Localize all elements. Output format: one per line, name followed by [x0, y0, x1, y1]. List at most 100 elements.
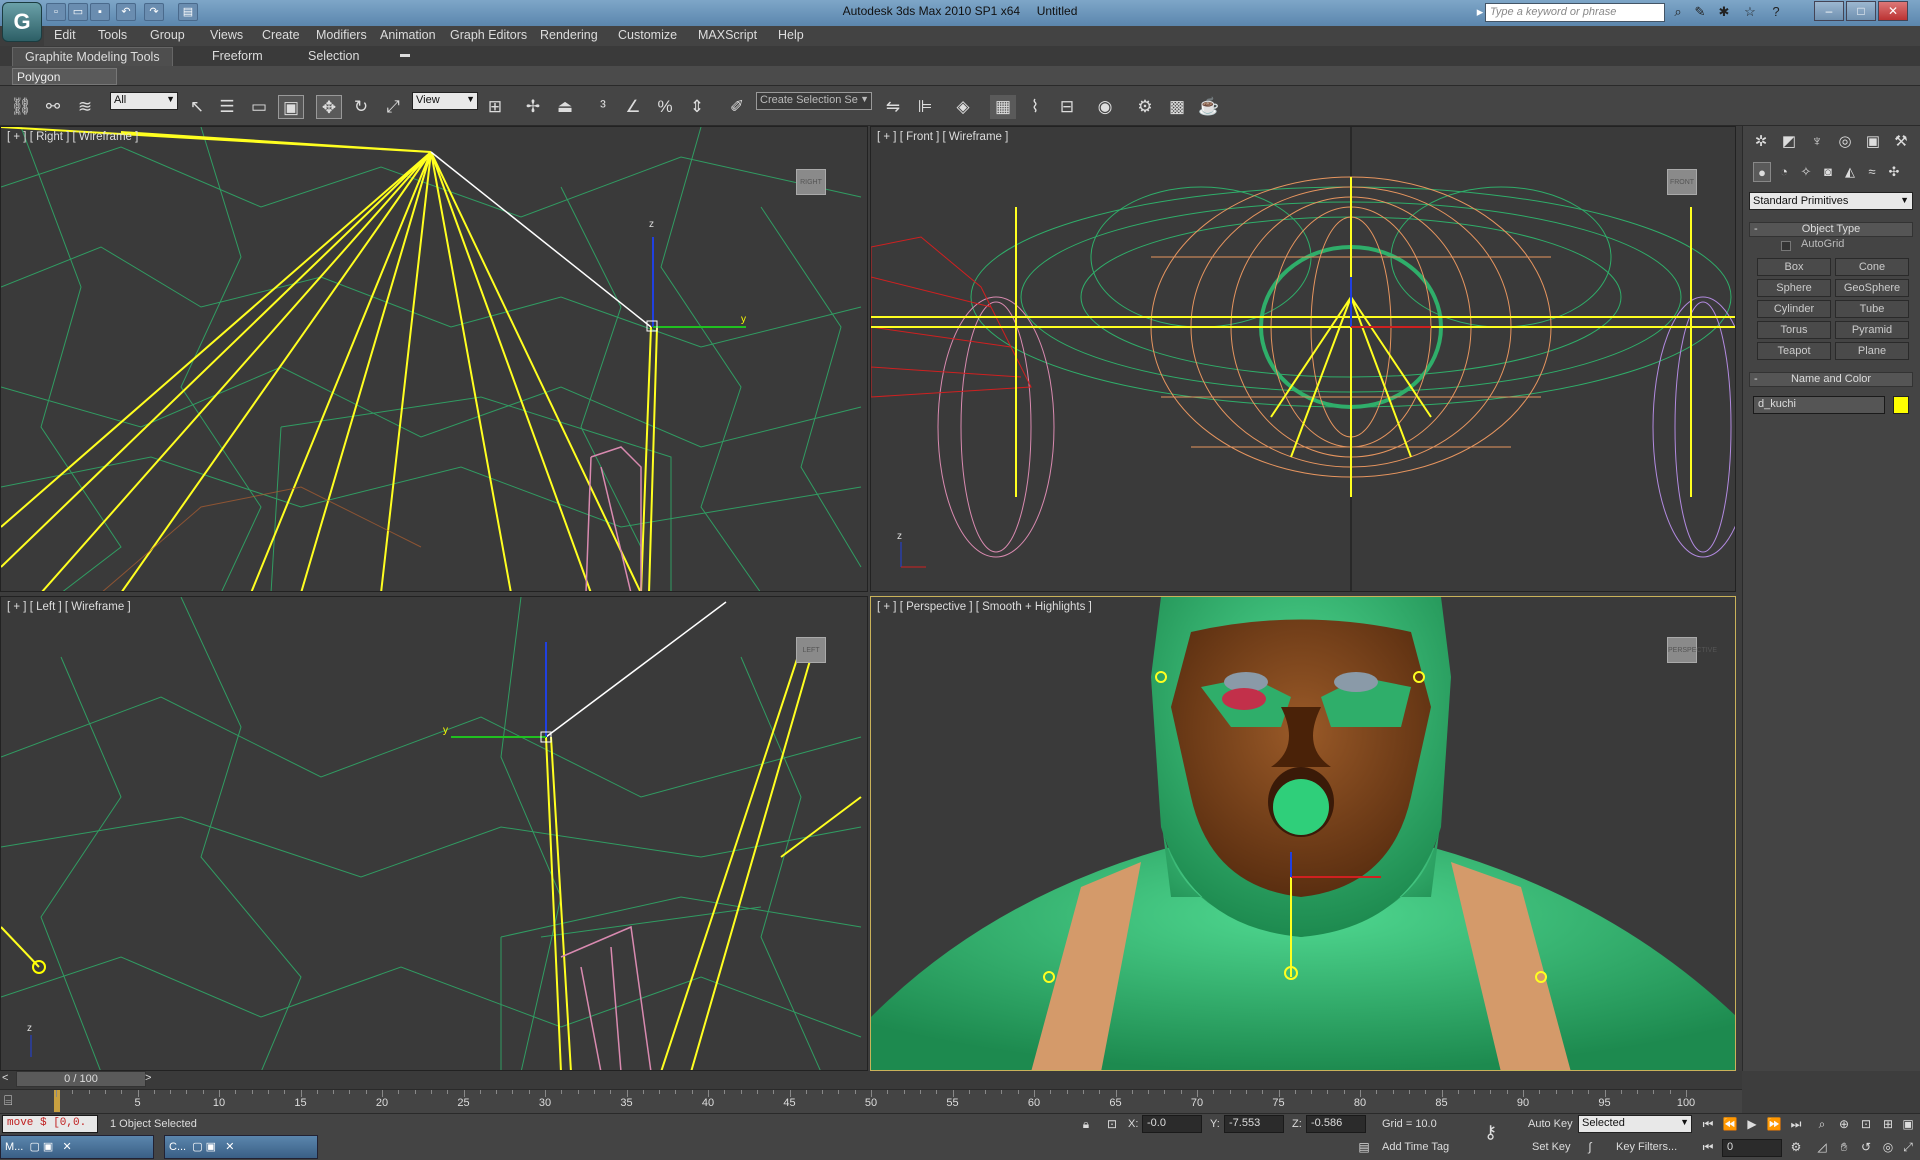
- viewport-label-perspective[interactable]: [ + ] [ Perspective ] [ Smooth + Highlig…: [877, 601, 1092, 613]
- go-to-start-icon[interactable]: ⏮: [1698, 1115, 1718, 1133]
- menu-edit[interactable]: Edit: [54, 28, 76, 42]
- subscription-icon[interactable]: ✱: [1714, 3, 1734, 21]
- selection-filter-dropdown[interactable]: All ▼: [110, 92, 178, 110]
- selection-lock-icon[interactable]: 🔒︎: [1076, 1115, 1096, 1133]
- ribbon-toggle-icon[interactable]: ▬: [400, 49, 410, 60]
- set-key-button[interactable]: Set Key: [1532, 1141, 1571, 1153]
- menu-maxscript[interactable]: MAXScript: [698, 28, 757, 42]
- tangent-icon[interactable]: ∫: [1580, 1138, 1600, 1156]
- current-frame-field[interactable]: 0: [1722, 1139, 1782, 1157]
- walkthrough-icon[interactable]: ◎: [1878, 1138, 1898, 1156]
- geosphere-button[interactable]: GeoSphere: [1835, 279, 1909, 297]
- key-mode-dropdown[interactable]: Selected ▼: [1578, 1115, 1692, 1133]
- keyboard-shortcut-icon[interactable]: ⏏: [552, 95, 578, 119]
- menu-tools[interactable]: Tools: [98, 28, 127, 42]
- select-by-name-icon[interactable]: ☰: [214, 95, 240, 119]
- z-coordinate-field[interactable]: -0.586: [1306, 1115, 1366, 1133]
- select-and-scale-icon[interactable]: ⤢: [380, 95, 406, 119]
- tab-polygon-modeling[interactable]: Polygon Modeling: [12, 68, 117, 98]
- next-frame-icon[interactable]: ⏩: [1764, 1115, 1784, 1133]
- edit-named-selection-icon[interactable]: ✐: [724, 95, 750, 119]
- absolute-mode-icon[interactable]: ⊡: [1102, 1115, 1122, 1133]
- viewport-label-left[interactable]: [ + ] [ Left ] [ Wireframe ]: [7, 601, 131, 613]
- auto-key-button[interactable]: Auto Key: [1528, 1118, 1573, 1130]
- graphite-toggle-icon[interactable]: ▦: [990, 95, 1016, 119]
- play-icon[interactable]: ▶: [1742, 1115, 1762, 1133]
- unlink-icon[interactable]: ⚯: [40, 95, 66, 119]
- helpers-icon[interactable]: ◭: [1841, 162, 1859, 182]
- taskbar-item-max[interactable]: M... ▢ ▣ ✕: [0, 1135, 154, 1159]
- time-slider-next-arrow[interactable]: >: [145, 1072, 151, 1084]
- minimize-button[interactable]: –: [1814, 1, 1844, 21]
- create-tab-icon[interactable]: ✲: [1751, 132, 1771, 152]
- systems-icon[interactable]: ✣: [1885, 162, 1903, 182]
- tab-selection[interactable]: Selection: [296, 47, 371, 66]
- select-and-move-icon[interactable]: ✥: [316, 95, 342, 119]
- close-button[interactable]: ✕: [1878, 1, 1908, 21]
- menu-create[interactable]: Create: [262, 28, 300, 42]
- maximize-viewport-icon[interactable]: ▣: [1898, 1115, 1918, 1133]
- object-color-swatch[interactable]: [1893, 396, 1909, 414]
- cone-button[interactable]: Cone: [1835, 258, 1909, 276]
- angle-snap-icon[interactable]: ∠: [620, 95, 646, 119]
- window-crossing-icon[interactable]: ▣: [278, 95, 304, 119]
- plane-button[interactable]: Plane: [1835, 342, 1909, 360]
- favorites-icon[interactable]: ☆: [1740, 3, 1760, 21]
- display-tab-icon[interactable]: ▣: [1863, 132, 1883, 152]
- render-teapot-icon[interactable]: ☕: [1196, 95, 1222, 119]
- rect-selection-icon[interactable]: ▭: [246, 95, 272, 119]
- name-and-color-rollout[interactable]: - Name and Color: [1749, 372, 1913, 387]
- pyramid-button[interactable]: Pyramid: [1835, 321, 1909, 339]
- zoom-extents-all-icon[interactable]: ⊞: [1878, 1115, 1898, 1133]
- menu-help[interactable]: Help: [778, 28, 804, 42]
- key-mode-toggle-icon[interactable]: ⏮: [1698, 1138, 1718, 1156]
- teapot-button[interactable]: Teapot: [1757, 342, 1831, 360]
- undo-icon[interactable]: ↶: [116, 3, 136, 21]
- menu-graph-editors[interactable]: Graph Editors: [450, 28, 527, 42]
- orbit-icon[interactable]: ↺: [1856, 1138, 1876, 1156]
- viewport-left[interactable]: [ + ] [ Left ] [ Wireframe ] LEFT y z: [0, 596, 868, 1071]
- align-icon[interactable]: ⊫: [912, 95, 938, 119]
- new-file-icon[interactable]: ▫: [46, 3, 66, 21]
- menu-animation[interactable]: Animation: [380, 28, 436, 42]
- min-max-toggle-icon[interactable]: ⤢: [1898, 1138, 1918, 1156]
- go-to-end-icon[interactable]: ⏭: [1786, 1115, 1806, 1133]
- torus-button[interactable]: Torus: [1757, 321, 1831, 339]
- previous-frame-icon[interactable]: ⏪: [1720, 1115, 1740, 1133]
- curve-editor-icon[interactable]: ⌇: [1022, 95, 1048, 119]
- box-button[interactable]: Box: [1757, 258, 1831, 276]
- shapes-icon[interactable]: ◔: [1775, 162, 1793, 182]
- tube-button[interactable]: Tube: [1835, 300, 1909, 318]
- lights-icon[interactable]: ✧: [1797, 162, 1815, 182]
- render-setup-icon[interactable]: ⚙: [1132, 95, 1158, 119]
- y-coordinate-field[interactable]: -7.553: [1224, 1115, 1284, 1133]
- taskbar-item-c[interactable]: C... ▢ ▣ ✕: [164, 1135, 318, 1159]
- viewcube-front[interactable]: FRONT: [1667, 169, 1697, 195]
- viewport-perspective[interactable]: [ + ] [ Perspective ] [ Smooth + Highlig…: [870, 596, 1736, 1071]
- cylinder-button[interactable]: Cylinder: [1757, 300, 1831, 318]
- tab-graphite-modeling-tools[interactable]: Graphite Modeling Tools: [12, 47, 173, 66]
- snaps-toggle-icon[interactable]: ³: [590, 95, 616, 119]
- field-of-view-icon[interactable]: ◿: [1812, 1138, 1832, 1156]
- time-tag-icon[interactable]: ▤: [1354, 1138, 1374, 1156]
- category-dropdown[interactable]: Standard Primitives ▼: [1749, 192, 1913, 210]
- viewcube-right[interactable]: RIGHT: [796, 169, 826, 195]
- space-warps-icon[interactable]: ≈: [1863, 162, 1881, 182]
- menu-rendering[interactable]: Rendering: [540, 28, 598, 42]
- x-coordinate-field[interactable]: -0.0: [1142, 1115, 1202, 1133]
- viewcube-perspective[interactable]: PERSPECTIVE: [1667, 637, 1717, 663]
- layer-manager-icon[interactable]: ◈: [950, 95, 976, 119]
- viewport-label-right[interactable]: [ + ] [ Right ] [ Wireframe ]: [7, 131, 138, 143]
- select-and-link-icon[interactable]: ⛓: [8, 95, 34, 119]
- spinner-snap-icon[interactable]: ⇕: [684, 95, 710, 119]
- save-icon[interactable]: ▪: [90, 3, 110, 21]
- menu-views[interactable]: Views: [210, 28, 243, 42]
- utilities-tab-icon[interactable]: ⚒: [1891, 132, 1911, 152]
- sphere-button[interactable]: Sphere: [1757, 279, 1831, 297]
- motion-tab-icon[interactable]: ◎: [1835, 132, 1855, 152]
- schematic-view-icon[interactable]: ⊟: [1054, 95, 1080, 119]
- project-folder-icon[interactable]: ▤: [178, 3, 198, 21]
- viewport-label-front[interactable]: [ + ] [ Front ] [ Wireframe ]: [877, 131, 1008, 143]
- help-icon[interactable]: ?: [1766, 3, 1786, 21]
- rendered-frame-icon[interactable]: ▩: [1164, 95, 1190, 119]
